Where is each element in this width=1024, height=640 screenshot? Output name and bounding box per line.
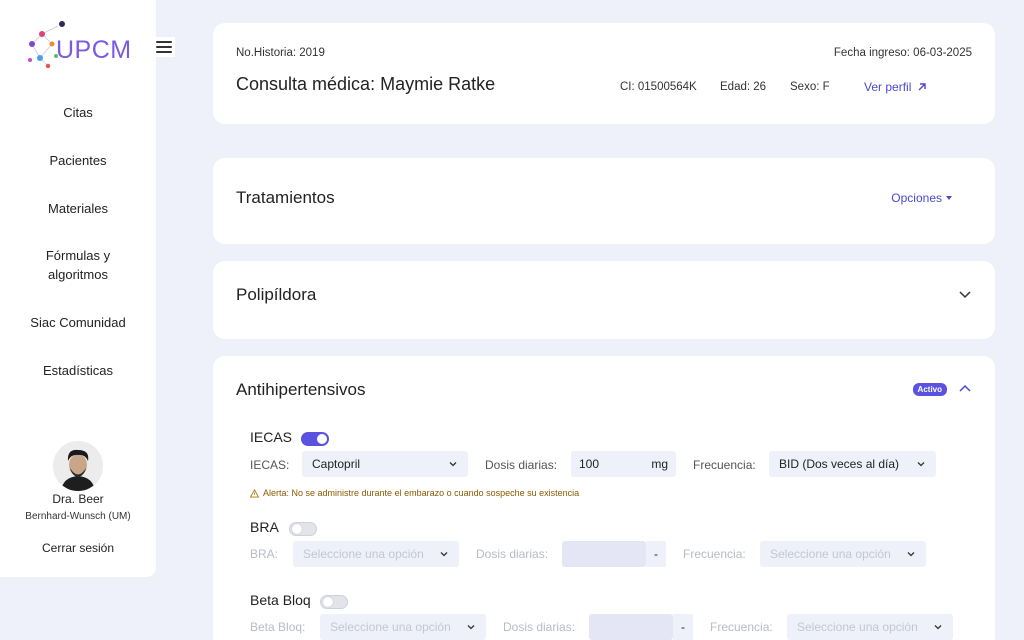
avatar	[53, 441, 103, 491]
opciones-label: Opciones	[891, 191, 942, 205]
nav-siac-comunidad[interactable]: Siac Comunidad	[0, 313, 156, 332]
iecas-select[interactable]: Captopril	[302, 451, 468, 477]
iecas-frecuencia-select[interactable]: BID (Dos veces al día)	[769, 451, 936, 477]
menu-toggle-button[interactable]	[153, 37, 175, 57]
caret-down-icon	[946, 196, 952, 200]
chevron-down-icon	[917, 462, 925, 467]
chevron-down-icon	[934, 625, 942, 630]
iecas-alert: Alerta: No se administre durante el emba…	[250, 488, 579, 498]
upcm-logo[interactable]: UPCM	[26, 20, 132, 76]
beta-bloq-toggle[interactable]	[320, 595, 348, 609]
bra-frecuencia-label: Frecuencia:	[683, 547, 746, 561]
beta-bloq-dosis-unit: -	[673, 614, 693, 640]
page-title: Consulta médica: Maymie Ratke	[236, 74, 496, 94]
chevron-down-icon	[449, 462, 457, 467]
logo-text: UPCM	[56, 36, 132, 64]
bra-dosis-label: Dosis diarias:	[476, 547, 549, 561]
bra-select[interactable]: Seleccione una opción	[293, 541, 459, 567]
bra-title: BRA	[250, 519, 279, 535]
chevron-down-icon	[467, 625, 475, 630]
hamburger-icon-line	[156, 41, 172, 43]
tratamientos-title: Tratamientos	[236, 188, 335, 207]
iecas-label: IECAS:	[250, 458, 290, 472]
iecas-frecuencia-label: Frecuencia:	[693, 458, 756, 472]
fecha-ingreso: Fecha ingreso: 06-03-2025	[833, 47, 972, 59]
antihipertensivos-card: Antihipertensivos Activo IECAS IECAS: Ca…	[213, 356, 995, 640]
user-organization: Bernhard-Wunsch (UM)	[25, 511, 131, 522]
beta-bloq-label: Beta Bloq:	[250, 620, 306, 634]
iecas-dosis-value: 100	[579, 457, 600, 471]
bra-label: BRA:	[250, 547, 279, 561]
bra-select-placeholder: Seleccione una opción	[303, 547, 424, 561]
iecas-title: IECAS	[250, 429, 293, 445]
iecas-frecuencia-value: BID (Dos veces al día)	[779, 457, 900, 471]
polipildora-title: Polipíldora	[236, 285, 317, 304]
nav-pacientes[interactable]: Pacientes	[0, 151, 156, 170]
beta-bloq-dosis-input[interactable]	[589, 614, 673, 640]
bra-dosis-input[interactable]	[562, 541, 646, 567]
bra-frecuencia-select[interactable]: Seleccione una opción	[760, 541, 926, 567]
patient-sexo: Sexo: F	[790, 81, 830, 93]
nav-formulas[interactable]: Fórmulas y algoritmos	[0, 246, 156, 284]
chevron-up-icon[interactable]	[958, 384, 972, 394]
beta-bloq-select[interactable]: Seleccione una opción	[320, 614, 486, 640]
patient-header-card: No.Historia: 2019 Fecha ingreso: 06-03-2…	[213, 23, 995, 124]
ver-perfil-label: Ver perfil	[864, 80, 912, 94]
user-name: Dra. Beer	[52, 492, 104, 506]
tratamientos-card: Tratamientos Opciones	[213, 158, 995, 244]
iecas-alert-text: Alerta: No se administre durante el emba…	[263, 488, 580, 498]
antihipertensivos-title: Antihipertensivos	[236, 380, 366, 399]
arrow-up-right-icon	[918, 83, 927, 91]
toggle-knob	[292, 524, 302, 534]
opciones-dropdown[interactable]: Opciones	[891, 191, 952, 205]
toggle-knob	[323, 597, 333, 607]
polipildora-card[interactable]: Polipíldora	[213, 261, 995, 339]
status-badge: Activo	[912, 383, 947, 396]
beta-bloq-select-placeholder: Seleccione una opción	[330, 620, 451, 634]
sidebar: UPCM Citas Pacientes Materiales Fórmulas…	[0, 0, 156, 577]
iecas-dosis-label: Dosis diarias:	[485, 458, 558, 472]
chevron-down-icon	[907, 552, 915, 557]
logout-link[interactable]: Cerrar sesión	[0, 541, 156, 555]
beta-bloq-frecuencia-select[interactable]: Seleccione una opción	[787, 614, 953, 640]
bra-dosis-unit: -	[646, 541, 666, 567]
nav-citas[interactable]: Citas	[0, 103, 156, 122]
chevron-down-icon	[440, 552, 448, 557]
iecas-dosis-unit: mg	[651, 457, 668, 471]
bra-toggle[interactable]	[289, 522, 317, 536]
hamburger-icon-line	[156, 51, 172, 53]
nav-materiales[interactable]: Materiales	[0, 199, 156, 218]
beta-bloq-title: Beta Bloq	[250, 592, 311, 608]
patient-ci: CI: 01500564K	[620, 81, 697, 93]
patient-edad: Edad: 26	[720, 81, 767, 93]
chevron-down-icon[interactable]	[958, 289, 972, 299]
warning-icon	[250, 488, 259, 498]
iecas-dosis-input[interactable]: 100 mg	[571, 451, 676, 477]
bra-frecuencia-placeholder: Seleccione una opción	[770, 547, 891, 561]
iecas-select-value: Captopril	[312, 457, 361, 471]
historia-number: No.Historia: 2019	[236, 47, 325, 59]
beta-bloq-frecuencia-label: Frecuencia:	[710, 620, 773, 634]
beta-bloq-frecuencia-placeholder: Seleccione una opción	[797, 620, 918, 634]
hamburger-icon-line	[156, 46, 172, 48]
iecas-toggle[interactable]	[301, 432, 329, 446]
beta-bloq-dosis-label: Dosis diarias:	[503, 620, 576, 634]
nav-estadisticas[interactable]: Estadísticas	[0, 361, 156, 380]
ver-perfil-link[interactable]: Ver perfil	[864, 80, 927, 94]
toggle-knob	[317, 434, 327, 444]
